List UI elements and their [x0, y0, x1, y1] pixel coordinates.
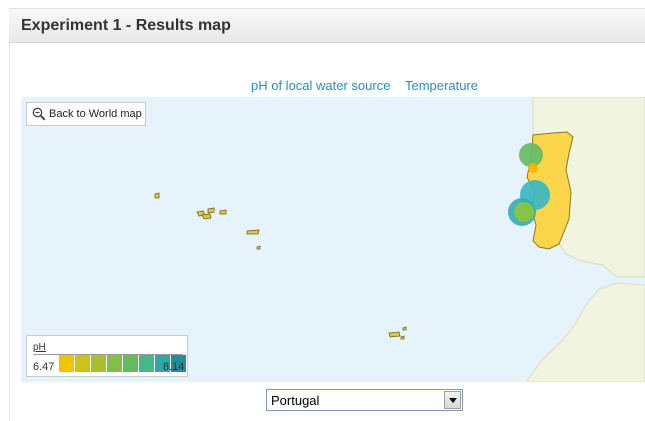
result-marker[interactable]	[519, 143, 543, 167]
legend-swatch	[139, 355, 155, 372]
legend-title: pH	[33, 342, 46, 353]
africa-land	[525, 282, 645, 382]
temperature-link[interactable]: Temperature	[405, 78, 478, 93]
legend-swatch	[75, 355, 91, 372]
back-button-label: Back to World map	[49, 108, 142, 120]
ph-link[interactable]: pH of local water source	[251, 78, 390, 93]
legend-swatch	[59, 355, 75, 372]
content-border	[9, 43, 10, 421]
results-map[interactable]: Back to World map pH 6.47 8.14	[21, 97, 645, 382]
zoom-out-icon	[32, 107, 46, 121]
dropdown-arrow-icon[interactable]	[444, 391, 461, 409]
legend-max-value: 8.14	[163, 361, 185, 373]
ph-legend: pH 6.47 8.14	[26, 335, 188, 377]
region-select[interactable]: Portugal	[266, 389, 463, 411]
page-header: Experiment 1 - Results map	[9, 8, 645, 43]
azores-islands	[154, 192, 261, 250]
legend-swatch	[107, 355, 123, 372]
map-metric-links: pH of local water source Temperature	[0, 78, 645, 96]
back-to-world-map-button[interactable]: Back to World map	[26, 102, 146, 126]
legend-min-value: 6.47	[33, 361, 55, 373]
result-marker[interactable]	[514, 202, 534, 222]
legend-swatch	[123, 355, 139, 372]
region-select-value: Portugal	[271, 393, 320, 408]
madeira-islands	[388, 326, 407, 340]
page-title: Experiment 1 - Results map	[21, 17, 231, 34]
result-marker[interactable]	[528, 163, 538, 173]
results-map-page: Experiment 1 - Results map pH of local w…	[0, 0, 645, 421]
legend-swatch	[91, 355, 107, 372]
